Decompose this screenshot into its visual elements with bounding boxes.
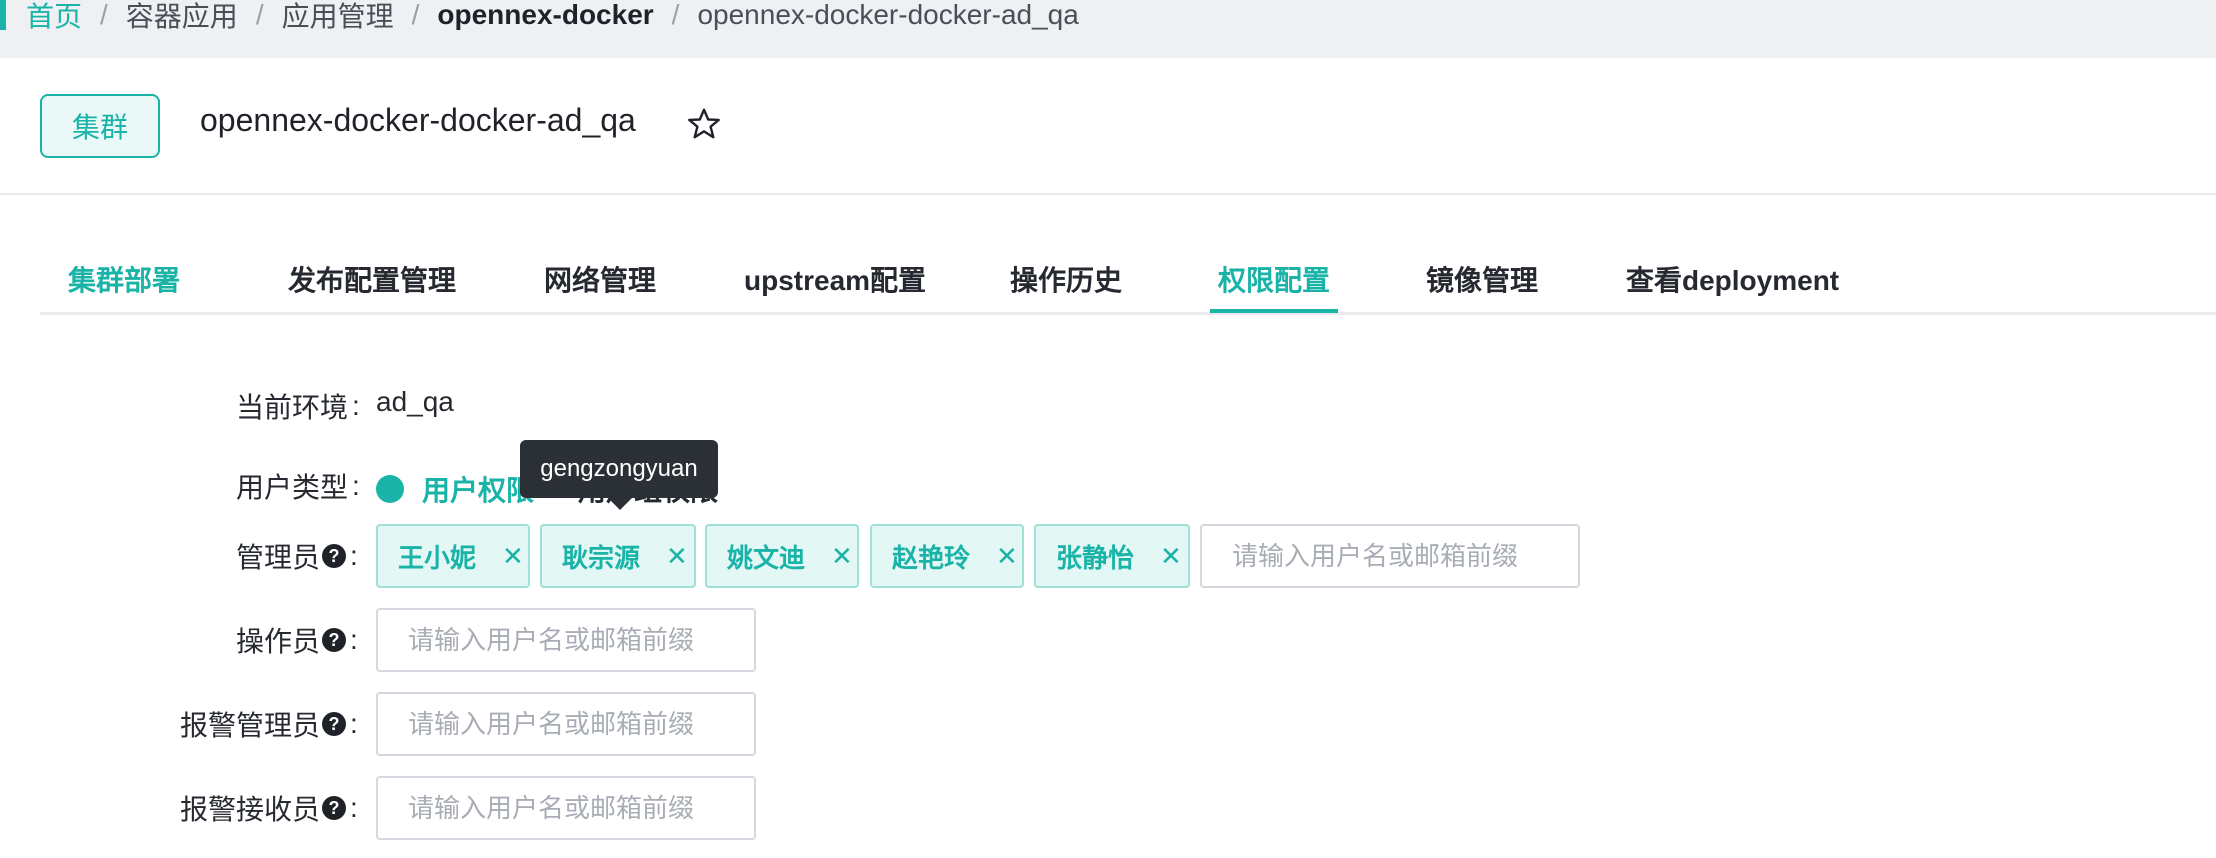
page-header: 集群 opennex-docker-docker-ad_qa: [0, 58, 2216, 195]
breadcrumb-separator: /: [671, 0, 680, 30]
breadcrumb-current: opennex-docker-docker-ad_qa: [697, 0, 1079, 30]
chip-label: 耿宗源: [562, 542, 641, 573]
breadcrumb-app[interactable]: opennex-docker: [437, 0, 653, 31]
tab-history[interactable]: 操作历史: [1010, 259, 1122, 299]
question-circle-icon[interactable]: ?: [322, 796, 347, 820]
user-type-label: 用户类型:: [236, 466, 360, 506]
tab-network[interactable]: 网络管理: [544, 259, 656, 299]
tab-bar: 集群部署 发布配置管理 网络管理 upstream配置 操作历史 权限配置 镜像…: [40, 235, 2216, 315]
close-icon[interactable]: ✕: [502, 541, 524, 572]
alert-admins-label: 报警管理员?:: [180, 704, 358, 744]
operators-label: 操作员?:: [236, 620, 358, 660]
page-title: opennex-docker-docker-ad_qa: [200, 102, 636, 138]
radio-user-permission[interactable]: 用户权限: [376, 469, 534, 509]
alert-admins-label-text: 报警管理员: [180, 710, 321, 741]
tab-permissions[interactable]: 权限配置: [1218, 259, 1330, 299]
username-tooltip: gengzongyuan: [520, 440, 718, 498]
radio-checked-icon: [376, 475, 404, 503]
admin-chip: 王小妮 ✕: [376, 524, 530, 588]
label-colon: :: [352, 470, 360, 501]
operators-label-text: 操作员: [236, 626, 321, 657]
tab-deployment[interactable]: 查看deployment: [1626, 259, 1839, 299]
question-circle-icon[interactable]: ?: [322, 712, 347, 736]
admin-chip: 耿宗源 ✕: [540, 524, 696, 588]
tooltip-arrow: [608, 498, 632, 510]
label-colon: :: [350, 792, 358, 823]
alert-receivers-input[interactable]: [376, 776, 756, 840]
breadcrumb-separator: /: [100, 0, 108, 30]
chip-label: 张静怡: [1056, 542, 1135, 573]
alert-admins-input[interactable]: [376, 692, 756, 756]
tab-release-config[interactable]: 发布配置管理: [288, 259, 456, 299]
admin-chip: 张静怡 ✕: [1034, 524, 1190, 588]
breadcrumb-separator: /: [255, 0, 264, 30]
breadcrumb: 首页 / 容器应用 / 应用管理 / opennex-docker / open…: [26, 0, 1079, 32]
close-icon[interactable]: ✕: [996, 541, 1018, 572]
radio-label: 用户权限: [422, 475, 535, 506]
alert-receivers-label: 报警接收员?:: [180, 788, 358, 828]
close-icon[interactable]: ✕: [666, 541, 688, 572]
admins-label: 管理员?:: [236, 536, 358, 576]
env-label: 当前环境:: [236, 386, 360, 426]
close-icon[interactable]: ✕: [1160, 541, 1182, 572]
breadcrumb-app-management[interactable]: 应用管理: [282, 0, 394, 35]
env-value: ad_qa: [376, 386, 454, 417]
chip-label: 赵艳玲: [892, 542, 971, 573]
active-tab-indicator: [1210, 309, 1338, 313]
env-label-text: 当前环境: [236, 392, 349, 423]
star-icon[interactable]: [686, 106, 722, 142]
breadcrumb-container-apps[interactable]: 容器应用: [126, 0, 238, 35]
tab-images[interactable]: 镜像管理: [1426, 259, 1538, 299]
tab-cluster-deploy[interactable]: 集群部署: [68, 259, 180, 299]
question-circle-icon[interactable]: ?: [322, 544, 347, 568]
alert-receivers-label-text: 报警接收员: [180, 794, 321, 825]
breadcrumb-separator: /: [411, 0, 420, 30]
admins-input[interactable]: [1200, 524, 1580, 588]
chip-label: 姚文迪: [727, 542, 806, 573]
admin-chip: 姚文迪 ✕: [705, 524, 859, 588]
label-colon: :: [350, 624, 358, 655]
label-colon: :: [352, 390, 360, 421]
admins-label-text: 管理员: [236, 542, 321, 573]
chip-label: 王小妮: [398, 542, 477, 573]
breadcrumb-home-link[interactable]: 首页: [26, 0, 82, 35]
breadcrumb-bar: 首页 / 容器应用 / 应用管理 / opennex-docker / open…: [0, 0, 2216, 58]
tab-upstream[interactable]: upstream配置: [744, 259, 926, 299]
close-icon[interactable]: ✕: [831, 541, 853, 572]
cluster-tag: 集群: [40, 94, 160, 158]
question-circle-icon[interactable]: ?: [322, 628, 347, 652]
operators-input[interactable]: [376, 608, 756, 672]
breadcrumb-accent: [0, 0, 6, 30]
admin-chip: 赵艳玲 ✕: [870, 524, 1024, 588]
label-colon: :: [350, 708, 358, 739]
user-type-label-text: 用户类型: [236, 472, 349, 503]
label-colon: :: [350, 540, 358, 571]
